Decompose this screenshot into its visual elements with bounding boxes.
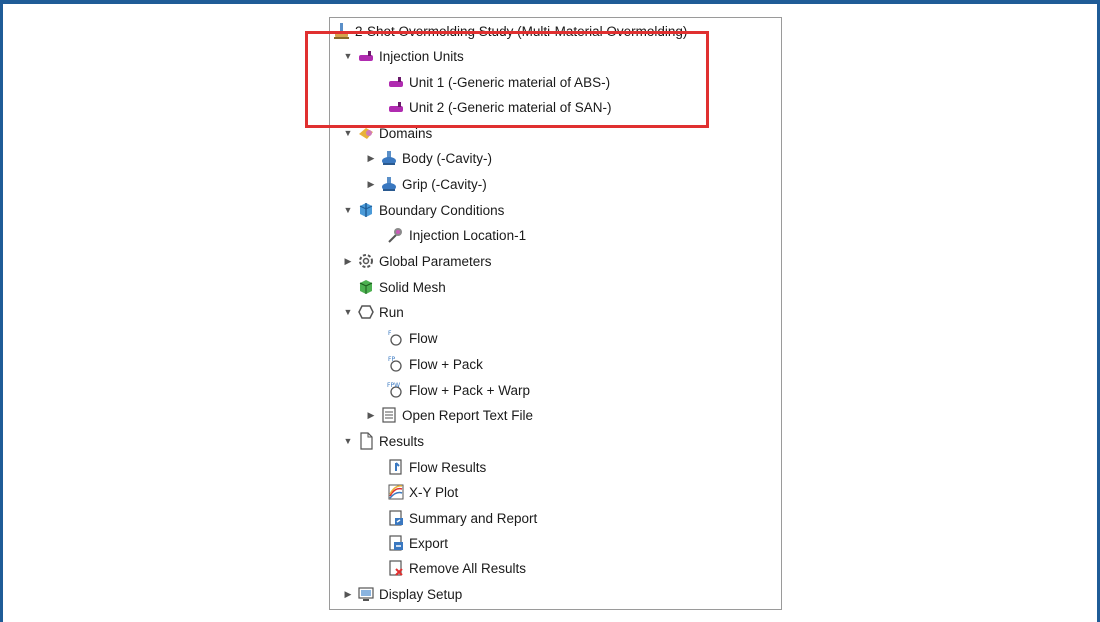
tree-item-label: Run xyxy=(379,304,404,320)
tree-item-label: Solid Mesh xyxy=(379,279,446,295)
tree-item-label: Injection Location-1 xyxy=(409,227,527,243)
tree-item-label: Display Setup xyxy=(379,586,463,602)
tree-item-injection-units[interactable]: ▼ Injection Units xyxy=(343,45,464,67)
tree-item-flow-results[interactable]: Flow Results xyxy=(387,456,486,478)
tree-item-label: Remove All Results xyxy=(409,560,527,576)
tree-item-body[interactable]: ▶ Body (-Cavity-) xyxy=(366,147,492,169)
tree-item-label: Summary and Report xyxy=(409,510,538,526)
tree-item-label: 2-Shot Overmolding Study (Multi-Material… xyxy=(355,23,688,39)
chevron-down-icon[interactable]: ▼ xyxy=(343,122,353,144)
tree-item-unit-1[interactable]: Unit 1 (-Generic material of ABS-) xyxy=(387,71,610,93)
tree-item-label: Domains xyxy=(379,125,433,141)
tree-item-label: Flow + Pack + Warp xyxy=(409,382,531,398)
chevron-down-icon[interactable]: ▼ xyxy=(343,45,353,67)
chevron-right-icon[interactable]: ▶ xyxy=(343,250,353,272)
tree-item-label: X-Y Plot xyxy=(409,484,459,500)
flow-pack-warp-icon: FPW xyxy=(387,381,405,399)
chevron-right-icon[interactable]: ▶ xyxy=(366,173,376,195)
tree-item-label: Export xyxy=(409,535,449,551)
tree-item-injection-location[interactable]: Injection Location-1 xyxy=(387,224,526,246)
mesh-icon xyxy=(357,278,375,296)
study-icon xyxy=(333,22,351,40)
svg-text:FPW: FPW xyxy=(387,382,400,389)
svg-text:FP: FP xyxy=(388,356,395,363)
tree-item-summary-report[interactable]: Summary and Report xyxy=(387,507,537,529)
tree-item-label: Results xyxy=(379,433,425,449)
tree-item-remove-all-results[interactable]: Remove All Results xyxy=(387,557,526,579)
tree-item-label: Body (-Cavity-) xyxy=(402,150,493,166)
tree-item-global-parameters[interactable]: ▶ Global Parameters xyxy=(343,250,492,272)
chevron-down-icon[interactable]: ▼ xyxy=(343,301,353,323)
tree-item-grip[interactable]: ▶ Grip (-Cavity-) xyxy=(366,173,487,195)
tree-item-study[interactable]: 2-Shot Overmolding Study (Multi-Material… xyxy=(333,20,687,42)
tree-item-export[interactable]: Export xyxy=(387,532,448,554)
chevron-right-icon[interactable]: ▶ xyxy=(366,147,376,169)
tree-item-label: Open Report Text File xyxy=(402,407,534,423)
domains-icon xyxy=(357,124,375,142)
flow-icon: F xyxy=(387,329,405,347)
tree-item-label: Grip (-Cavity-) xyxy=(402,176,487,192)
chevron-right-icon[interactable]: ▶ xyxy=(366,404,376,426)
run-icon xyxy=(357,303,375,321)
chevron-right-icon[interactable]: ▶ xyxy=(343,583,353,605)
boundary-conditions-icon xyxy=(357,201,375,219)
tree-item-open-report[interactable]: ▶ Open Report Text File xyxy=(366,404,533,426)
export-icon xyxy=(387,534,405,552)
tree-item-results[interactable]: ▼ Results xyxy=(343,430,424,452)
tree-item-flow[interactable]: F Flow xyxy=(387,327,438,349)
tree-item-solid-mesh[interactable]: Solid Mesh xyxy=(357,276,446,298)
tree-item-run[interactable]: ▼ Run xyxy=(343,301,404,323)
injection-unit-icon xyxy=(387,98,405,116)
tree-item-label: Global Parameters xyxy=(379,253,492,269)
xy-plot-icon xyxy=(387,483,405,501)
tree-item-boundary-conditions[interactable]: ▼ Boundary Conditions xyxy=(343,199,505,221)
tree-item-label: Flow xyxy=(409,330,438,346)
text-file-icon xyxy=(380,406,398,424)
chevron-down-icon[interactable]: ▼ xyxy=(343,199,353,221)
svg-text:F: F xyxy=(388,330,392,337)
flow-pack-icon: FP xyxy=(387,355,405,373)
tree-item-label: Unit 1 (-Generic material of ABS-) xyxy=(409,74,611,90)
tree-item-label: Unit 2 (-Generic material of SAN-) xyxy=(409,99,612,115)
tree-item-flow-pack[interactable]: FP Flow + Pack xyxy=(387,353,483,375)
gear-icon xyxy=(357,252,375,270)
remove-results-icon xyxy=(387,559,405,577)
cavity-icon xyxy=(380,149,398,167)
tree-item-label: Boundary Conditions xyxy=(379,202,505,218)
injection-location-icon xyxy=(387,226,405,244)
injection-unit-icon xyxy=(387,73,405,91)
tree-item-domains[interactable]: ▼ Domains xyxy=(343,122,433,144)
chevron-down-icon[interactable]: ▼ xyxy=(343,430,353,452)
tree-item-unit-2[interactable]: Unit 2 (-Generic material of SAN-) xyxy=(387,96,612,118)
injection-unit-icon xyxy=(357,47,375,65)
tree-item-label: Flow Results xyxy=(409,459,487,475)
tree-item-flow-pack-warp[interactable]: FPW Flow + Pack + Warp xyxy=(387,379,530,401)
cavity-icon xyxy=(380,175,398,193)
tree-item-display-setup[interactable]: ▶ Display Setup xyxy=(343,583,463,605)
summary-report-icon xyxy=(387,509,405,527)
tree-item-xy-plot[interactable]: X-Y Plot xyxy=(387,481,458,503)
display-setup-icon xyxy=(357,585,375,603)
document-icon xyxy=(357,432,375,450)
flow-results-icon xyxy=(387,458,405,476)
tree-item-label: Injection Units xyxy=(379,48,464,64)
tree-item-label: Flow + Pack xyxy=(409,356,483,372)
